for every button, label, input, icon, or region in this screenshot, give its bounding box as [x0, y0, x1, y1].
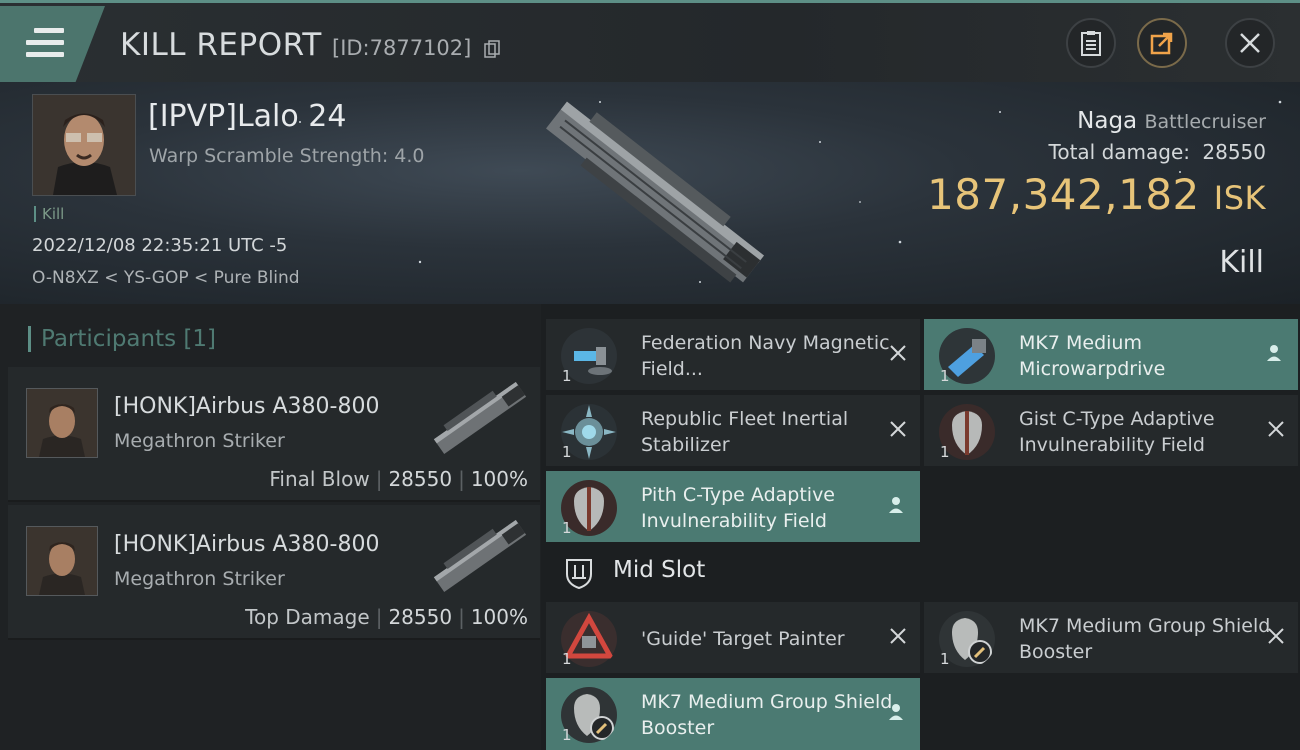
participants-title[interactable]: Participants [1] — [28, 326, 216, 352]
module-quantity: 1 — [562, 726, 572, 744]
module-item[interactable]: 1 MK7 Medium Microwarpdrive — [924, 319, 1298, 390]
copy-icon[interactable] — [484, 40, 500, 58]
participant-ship: Megathron Striker — [114, 430, 285, 452]
pilot-avatar — [33, 95, 135, 195]
destroyed-icon — [890, 628, 906, 644]
module-quantity: 1 — [562, 443, 572, 461]
participant-name: [HONK]Airbus A380-800 — [114, 532, 380, 557]
module-name: 'Guide' Target Painter — [641, 628, 845, 650]
dropped-person-icon — [889, 704, 903, 720]
module-item[interactable]: 1 Gist C-Type Adaptive Invulnerability F… — [924, 395, 1298, 466]
participant-percent: 100% — [470, 467, 528, 491]
module-quantity: 1 — [562, 650, 572, 668]
participant-name: [HONK]Airbus A380-800 — [114, 394, 380, 419]
victim-ship-name[interactable]: Naga Battlecruiser — [1077, 108, 1266, 134]
participant-avatar — [26, 388, 98, 458]
kill-tag: Kill — [34, 206, 64, 222]
module-name: Federation Navy Magnetic Field... — [641, 332, 890, 380]
participant-ship: Megathron Striker — [114, 568, 285, 590]
close-icon — [1240, 33, 1260, 53]
module-item[interactable]: 1 MK7 Medium Group Shield Booster — [924, 602, 1298, 673]
victim-portrait[interactable] — [32, 94, 136, 196]
destroyed-icon — [890, 421, 906, 437]
total-damage-label: Total damage: — [1048, 140, 1191, 164]
warp-scramble-strength: Warp Scramble Strength: 4.0 — [149, 145, 425, 167]
victim-ship-image[interactable] — [520, 85, 790, 300]
total-damage: Total damage: 28550 — [1049, 140, 1266, 164]
participant-card[interactable]: [HONK]Airbus A380-800 Megathron Striker … — [8, 367, 540, 502]
total-damage-value: 28550 — [1202, 140, 1266, 164]
module-quantity: 1 — [940, 367, 950, 385]
module-name: MK7 Medium Group Shield Booster — [641, 691, 893, 739]
share-button[interactable] — [1137, 18, 1187, 68]
page-title: KILL REPORT — [120, 27, 322, 63]
participant-stat-label: Final Blow — [269, 467, 370, 491]
module-item[interactable]: 1 Federation Navy Magnetic Field... — [546, 319, 920, 390]
mid-slot-icon — [566, 559, 592, 590]
kill-location[interactable]: O-N8XZ < YS-GOP < Pure Blind — [32, 268, 300, 288]
module-item[interactable]: 1 'Guide' Target Painter — [546, 602, 920, 673]
isk-unit: ISK — [1213, 179, 1266, 217]
participant-ship-image — [433, 381, 527, 455]
result-label: Kill — [1219, 245, 1264, 280]
destroyed-icon — [1268, 421, 1284, 437]
participant-stat-label: Top Damage — [245, 605, 370, 629]
destroyed-icon — [890, 345, 906, 361]
clipboard-button[interactable] — [1066, 18, 1116, 68]
participant-percent: 100% — [470, 605, 528, 629]
ship-name-text: Naga — [1077, 108, 1138, 134]
module-name: MK7 Medium Group Shield Booster — [1019, 615, 1271, 663]
participant-card[interactable]: [HONK]Airbus A380-800 Megathron Striker … — [8, 505, 540, 640]
module-quantity: 1 — [940, 443, 950, 461]
mid-slot-title: Mid Slot — [613, 557, 706, 583]
participant-damage: 28550 — [388, 605, 453, 629]
isk-value: 187,342,182 ISK — [927, 170, 1266, 219]
participant-avatar — [26, 526, 98, 596]
participant-damage: 28550 — [388, 467, 453, 491]
module-quantity: 1 — [562, 519, 572, 537]
module-item[interactable]: 1 Pith C-Type Adaptive Invulnerability F… — [546, 471, 920, 542]
participant-stats: Final Blow | 28550 | 100% — [269, 467, 528, 491]
menu-button[interactable] — [0, 6, 105, 82]
share-icon — [1150, 32, 1173, 55]
clipboard-icon — [1081, 31, 1101, 56]
kill-datetime: 2022/12/08 22:35:21 UTC -5 — [32, 235, 288, 256]
destroyed-icon — [1268, 628, 1284, 644]
menu-icon — [26, 28, 64, 58]
title-bar: KILL REPORT [ID:7877102] — [0, 0, 1300, 82]
ship-class-text: Battlecruiser — [1144, 111, 1266, 133]
close-button[interactable] — [1225, 18, 1275, 68]
module-quantity: 1 — [562, 367, 572, 385]
module-quantity: 1 — [940, 650, 950, 668]
module-item[interactable]: 1 MK7 Medium Group Shield Booster — [546, 678, 920, 750]
dropped-person-icon — [889, 497, 903, 513]
participant-ship-image — [433, 519, 527, 593]
victim-pilot-name[interactable]: [IPVP]Lalo 24 — [148, 99, 346, 134]
module-name: Gist C-Type Adaptive Invulnerability Fie… — [1019, 408, 1215, 456]
isk-amount: 187,342,182 — [927, 170, 1200, 219]
module-name: Pith C-Type Adaptive Invulnerability Fie… — [641, 484, 835, 532]
kill-id: [ID:7877102] — [332, 36, 472, 60]
dropped-person-icon — [1267, 345, 1281, 361]
participant-stats: Top Damage | 28550 | 100% — [245, 605, 528, 629]
module-name: Republic Fleet Inertial Stabilizer — [641, 408, 849, 456]
module-item[interactable]: 1 Republic Fleet Inertial Stabilizer — [546, 395, 920, 466]
module-name: MK7 Medium Microwarpdrive — [1019, 332, 1166, 380]
